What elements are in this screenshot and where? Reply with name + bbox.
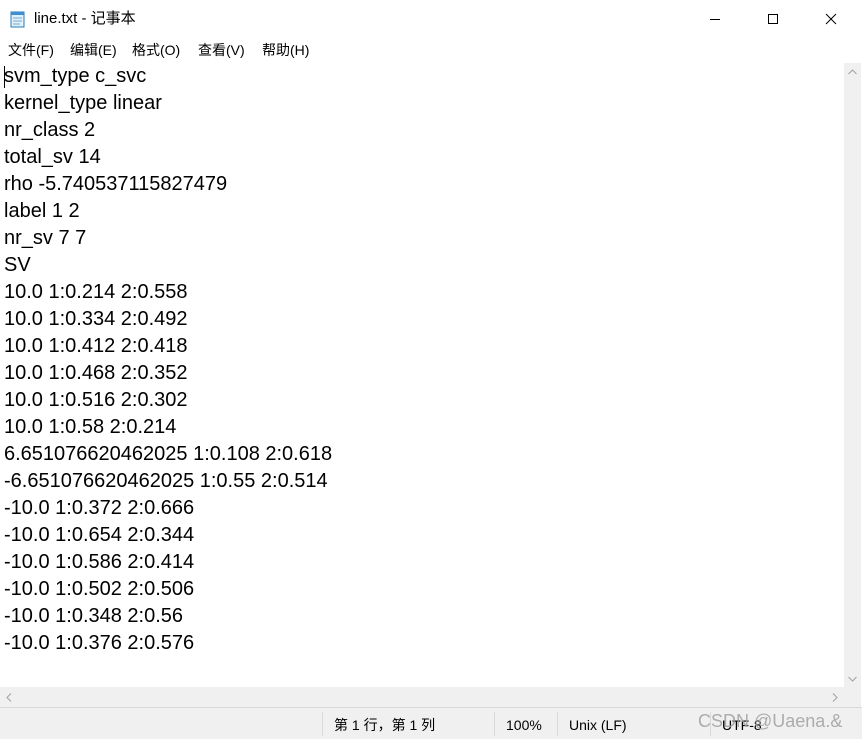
vertical-scrollbar[interactable] <box>844 63 861 687</box>
window-title: line.txt - 记事本 <box>34 10 136 27</box>
menu-edit[interactable]: 编辑(E) <box>70 41 117 59</box>
editor-line: SV <box>4 254 31 276</box>
scroll-right-button[interactable] <box>826 687 844 707</box>
editor-line: nr_sv 7 7 <box>4 227 87 249</box>
title-bar[interactable]: line.txt - 记事本 <box>0 0 862 38</box>
editor-line: 10.0 1:0.334 2:0.492 <box>4 308 188 330</box>
close-icon <box>825 13 837 25</box>
menu-file[interactable]: 文件(F) <box>8 41 54 59</box>
maximize-button[interactable] <box>744 0 802 38</box>
chevron-down-icon <box>848 676 857 682</box>
minimize-button[interactable] <box>686 0 744 38</box>
text-caret <box>4 66 5 88</box>
horizontal-scrollbar[interactable] <box>0 687 844 707</box>
editor-line: rho -5.740537115827479 <box>4 173 228 195</box>
editor-line: svm_type c_svc <box>4 65 147 87</box>
zoom-level: 100% <box>506 717 542 733</box>
menu-help[interactable]: 帮助(H) <box>262 41 309 59</box>
menu-view[interactable]: 查看(V) <box>198 41 245 59</box>
editor-line: total_sv 14 <box>4 146 101 168</box>
menu-bar: 文件(F) 编辑(E) 格式(O) 查看(V) 帮助(H) <box>0 38 862 62</box>
line-ending: Unix (LF) <box>569 717 627 733</box>
editor-line: kernel_type linear <box>4 92 162 114</box>
menu-format[interactable]: 格式(O) <box>132 41 180 59</box>
editor-line: 10.0 1:0.412 2:0.418 <box>4 335 188 357</box>
scroll-up-button[interactable] <box>844 63 861 80</box>
close-button[interactable] <box>802 0 860 38</box>
maximize-icon <box>768 14 778 24</box>
notepad-icon <box>10 10 26 28</box>
editor-line: -10.0 1:0.376 2:0.576 <box>4 632 195 654</box>
editor-line: -6.651076620462025 1:0.55 2:0.514 <box>4 470 328 492</box>
chevron-up-icon <box>848 68 857 74</box>
editor-line: -10.0 1:0.502 2:0.506 <box>4 578 195 600</box>
editor-line: label 1 2 <box>4 200 80 222</box>
scroll-down-button[interactable] <box>844 670 861 687</box>
chevron-left-icon <box>6 692 12 702</box>
editor-line: 10.0 1:0.58 2:0.214 <box>4 416 177 438</box>
chevron-right-icon <box>832 692 838 702</box>
status-divider <box>494 712 495 736</box>
editor-line: 10.0 1:0.214 2:0.558 <box>4 281 188 303</box>
editor-line: 6.651076620462025 1:0.108 2:0.618 <box>4 443 333 465</box>
editor-line: -10.0 1:0.348 2:0.56 <box>4 605 184 627</box>
editor-line: -10.0 1:0.586 2:0.414 <box>4 551 195 573</box>
status-divider <box>557 712 558 736</box>
editor-line: 10.0 1:0.468 2:0.352 <box>4 362 188 384</box>
scroll-left-button[interactable] <box>0 687 18 707</box>
text-editor[interactable]: svm_type c_svc kernel_type linear nr_cla… <box>0 63 844 687</box>
editor-line: 10.0 1:0.516 2:0.302 <box>4 389 188 411</box>
editor-line: nr_class 2 <box>4 119 96 141</box>
notepad-window: line.txt - 记事本 文件(F) 编辑(E) 格式(O) 查看(V) 帮… <box>0 0 862 739</box>
editor-line: -10.0 1:0.654 2:0.344 <box>4 524 195 546</box>
editor-line: -10.0 1:0.372 2:0.666 <box>4 497 195 519</box>
minimize-icon <box>710 19 720 20</box>
scrollbar-corner <box>844 687 861 707</box>
watermark: CSDN @Uaena.& <box>698 711 843 731</box>
cursor-position: 第 1 行，第 1 列 <box>334 717 436 733</box>
status-divider <box>322 712 323 736</box>
